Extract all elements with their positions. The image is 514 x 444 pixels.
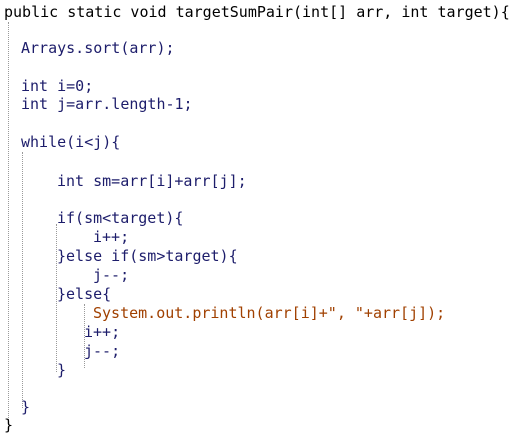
code-line: if(sm<target){ <box>57 209 184 227</box>
code-line: j--; <box>93 266 130 284</box>
code-line: while(i<j){ <box>21 133 121 151</box>
code-line: int sm=arr[i]+arr[j]; <box>57 172 247 190</box>
code-line: j--; <box>84 342 121 360</box>
code-line: } <box>21 398 31 416</box>
code-line: }else{ <box>57 285 112 303</box>
code-editor[interactable]: public static void targetSumPair(int[] a… <box>0 0 514 444</box>
code-line: i++; <box>93 228 130 246</box>
indent-guide <box>22 152 23 408</box>
code-line: }else if(sm>target){ <box>57 247 238 265</box>
code-line: } <box>57 361 67 379</box>
code-line: public static void targetSumPair(int[] a… <box>4 3 510 21</box>
code-line: int i=0; <box>21 77 94 95</box>
code-line: i++; <box>84 323 121 341</box>
code-line: } <box>4 416 14 434</box>
code-line: System.out.println(arr[i]+", "+arr[j]); <box>93 304 446 322</box>
indent-guide <box>8 22 9 422</box>
code-line: int j=arr.length-1; <box>21 95 193 113</box>
code-line: Arrays.sort(arr); <box>21 39 175 57</box>
